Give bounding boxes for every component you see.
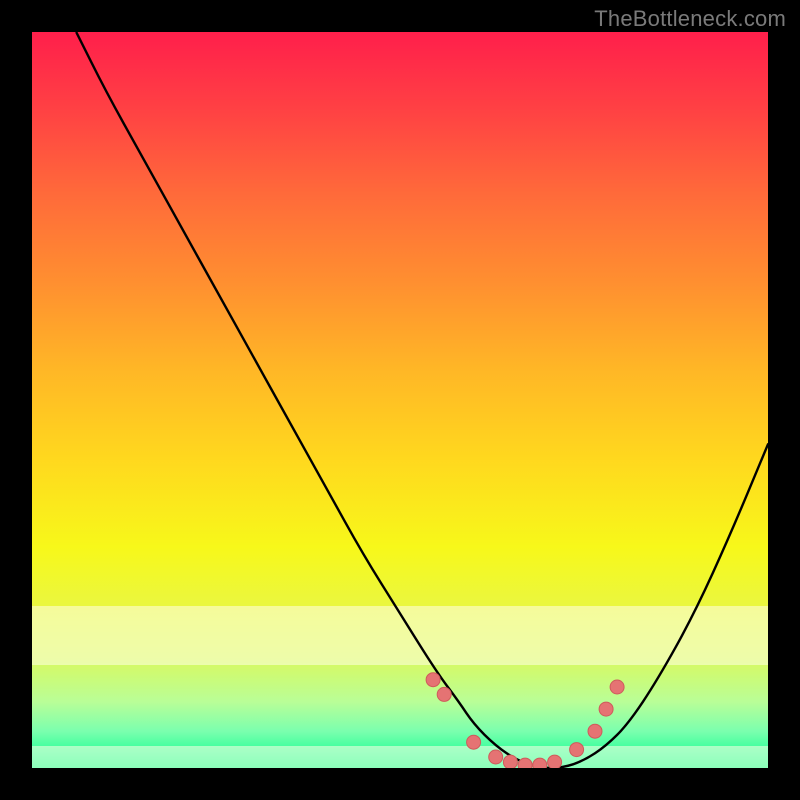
plot-area — [32, 32, 768, 768]
watermark-text: TheBottleneck.com — [594, 6, 786, 32]
chart-frame: TheBottleneck.com — [0, 0, 800, 800]
